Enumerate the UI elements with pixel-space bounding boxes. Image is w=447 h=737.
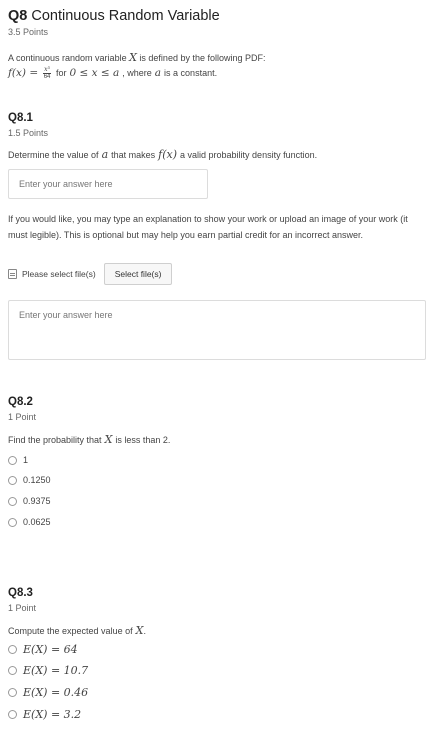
radio-button[interactable] [8,710,17,719]
q81-explanation-input[interactable]: Enter your answer here [8,300,426,360]
q83-option-1[interactable]: E(X) = 64 [8,643,78,656]
q81-explanation-text: If you would like, you may type an expla… [8,214,408,240]
q82-option-label: 1 [23,455,29,465]
q82-option-1[interactable]: 1 [8,455,28,465]
q82-option-label: 0.9375 [23,496,51,506]
select-files-button[interactable]: Select file(s) [103,263,173,285]
file-status: Please select file(s) [22,269,96,279]
q81-file-upload: Please select file(s) Select file(s) [8,263,173,285]
q82-option-4[interactable]: 0.0625 [8,517,51,527]
radio-button[interactable] [8,496,17,506]
q81-prompt-mid: that makes [111,149,156,160]
q81-prompt-text: Determine the value of [8,149,99,160]
q82-prompt-variable: X [104,433,113,446]
question-points: 3.5 Points [8,27,49,37]
radio-button[interactable] [8,475,17,485]
pdf-constant-a: a [154,67,162,79]
radio-button[interactable] [8,688,17,697]
q82-option-2[interactable]: 0.1250 [8,475,51,485]
question-page: Q8 Continuous Random Variable 3.5 Points… [0,0,447,737]
intro-text: A continuous random variable [8,53,130,63]
pdf-for: for [55,68,67,78]
q82-title: Q8.2 [8,396,33,408]
q82-option-3[interactable]: 0.9375 [8,496,51,506]
q81-prompt-end: a valid probability density function. [180,149,318,160]
q83-points: 1 Point [8,603,37,613]
q83-option-3[interactable]: E(X) = 0.46 [8,686,88,699]
intro-line-1: A continuous random variable X is define… [8,50,266,66]
q83-prompt-text: Compute the expected value of [8,625,133,636]
radio-button[interactable] [8,645,17,654]
radio-button[interactable] [8,455,17,465]
q81-answer-input[interactable]: Enter your answer here [8,169,208,199]
pdf-constant-text: is a constant. [164,68,218,78]
pdf-lhs: f(x) = [8,67,39,79]
radio-button[interactable] [8,517,17,527]
pdf-where: , where [122,68,152,78]
pdf-fraction: x³ 64 [43,67,51,80]
question-title-text: Continuous Random Variable [27,8,220,24]
q83-option-4[interactable]: E(X) = 3.2 [8,708,81,721]
file-icon [8,269,17,279]
q83-option-label: E(X) = 10.7 [23,664,89,677]
pdf-denominator: 64 [43,74,51,80]
intro-text-end: is defined by the following PDF: [136,53,266,63]
q83-option-label: E(X) = 0.46 [23,686,89,699]
q83-title: Q8.3 [8,587,33,599]
q81-title: Q8.1 [8,112,33,124]
question-title: Q8 Continuous Random Variable [8,8,220,24]
pdf-range: 0 ≤ x ≤ a [69,67,120,79]
q83-prompt-end: . [143,625,146,636]
q81-prompt: Determine the value of a that makes f(x)… [8,148,317,161]
q83-option-label: E(X) = 64 [23,643,78,656]
q81-points: 1.5 Points [8,128,49,138]
q83-option-2[interactable]: E(X) = 10.7 [8,664,88,677]
intro-variable: X [129,51,137,64]
pdf-numerator: x³ [43,66,51,74]
q82-prompt: Find the probability that X is less than… [8,433,170,446]
q82-option-label: 0.1250 [23,475,51,485]
radio-button[interactable] [8,666,17,675]
q83-option-label: E(X) = 3.2 [23,708,82,721]
q82-prompt-text: Find the probability that [8,434,102,445]
question-intro: A continuous random variable X is define… [8,50,266,81]
q82-prompt-end: is less than 2. [115,434,171,445]
q81-prompt-variable: a [101,148,109,161]
q82-points: 1 Point [8,412,37,422]
question-number: Q8 [8,8,28,24]
q83-prompt-variable: X [135,624,144,637]
q81-prompt-fx: f(x) [158,148,178,161]
q83-prompt: Compute the expected value of X . [8,624,146,637]
intro-line-2: f(x) = x³ 64 for 0 ≤ x ≤ a, where a is a… [8,66,266,81]
q82-option-label: 0.0625 [23,517,51,527]
